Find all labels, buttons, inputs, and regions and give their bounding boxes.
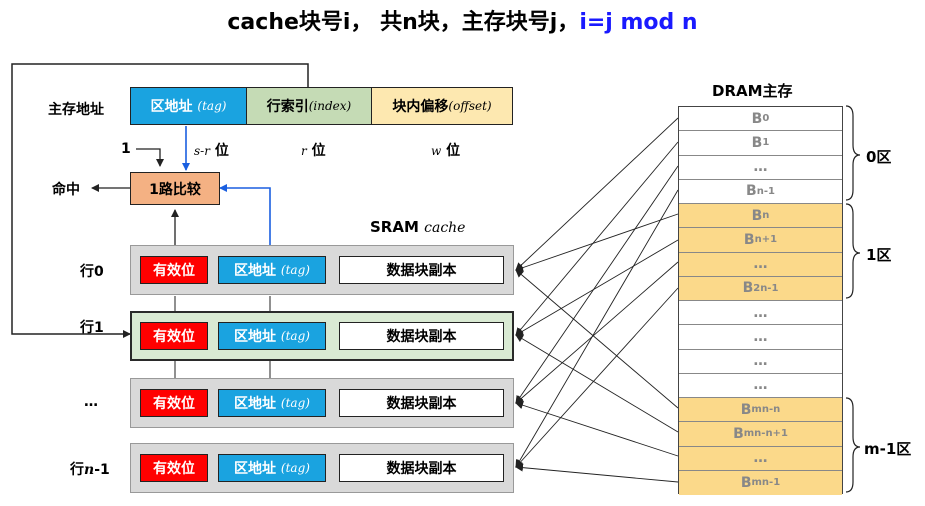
dram-block-sub-5: n+1: [754, 234, 778, 246]
dram-block-sub-12: mn-n: [751, 404, 781, 416]
valid-bit-0: 有效位: [140, 256, 208, 284]
sr-symbol: s-r: [194, 144, 210, 158]
sr-unit: 位: [214, 143, 229, 159]
dram-block-base-1: B: [751, 134, 763, 151]
dram-block-4: Bn: [679, 204, 842, 229]
data-block-1: 数据块副本: [339, 322, 504, 350]
valid-bit-2: 有效位: [140, 389, 208, 417]
tag-field-1-note: (tag): [280, 329, 310, 343]
dram-block-3: Bn-1: [679, 179, 842, 204]
dram-block-1: B1: [679, 131, 842, 156]
tag-field-1: 区地址 (tag): [218, 322, 326, 350]
dram-block-sub-1: 1: [762, 137, 770, 149]
dram-block-sub-7: 2n-1: [753, 282, 779, 294]
address-offset-field: 块内偏移 (offset): [371, 87, 513, 125]
r-symbol: r: [301, 144, 307, 158]
tag-width-label: s-r 位: [194, 140, 229, 160]
address-index-note: (index): [308, 99, 352, 113]
row-label-last-n: n: [84, 462, 95, 478]
dram-block-base-7: B: [742, 280, 754, 297]
row-label-last-pre: 行: [70, 462, 84, 478]
address-offset-note: (offset): [448, 99, 492, 113]
dram-block-base-0: B: [751, 110, 763, 127]
cache-row-label-ellipsis: …: [84, 394, 98, 410]
data-block-3: 数据块副本: [339, 454, 504, 482]
tag-field-3: 区地址 (tag): [218, 454, 326, 482]
zone-label-last: m-1区: [864, 440, 912, 458]
valid-bit-3: 有效位: [140, 454, 208, 482]
dram-block-base-3: B: [746, 183, 757, 200]
row-label-last-post: -1: [94, 462, 110, 478]
tag-field-3-note: (tag): [280, 461, 310, 475]
tag-field-1-text: 区地址: [234, 329, 277, 345]
dram-block-2: …: [679, 155, 842, 180]
address-tag-text: 区地址: [150, 99, 193, 115]
cache-row-label-last: 行n-1: [70, 459, 110, 479]
dram-block-base-9: …: [753, 328, 768, 345]
data-block-2: 数据块副本: [339, 389, 504, 417]
dram-block-sub-4: n: [762, 210, 770, 222]
address-index-text: 行索引: [266, 99, 309, 115]
dram-block-base-10: …: [753, 353, 768, 370]
dram-block-5: Bn+1: [679, 228, 842, 253]
dram-block-13: Bmn-n+1: [679, 422, 842, 447]
address-tag-note: (tag): [197, 99, 227, 113]
dram-block-base-4: B: [751, 207, 763, 224]
address-tag-field: 区地址 (tag): [130, 87, 247, 125]
w-unit: 位: [446, 143, 461, 159]
dram-block-10: …: [679, 349, 842, 374]
offset-width-label: w 位: [431, 140, 460, 160]
address-offset-text: 块内偏移: [392, 99, 449, 115]
dram-block-base-14: …: [753, 450, 768, 467]
dram-block-base-11: …: [753, 377, 768, 394]
cache-title-note: cache: [424, 220, 466, 236]
dram-block-15: Bmn-1: [679, 470, 842, 495]
dram-block-9: …: [679, 325, 842, 350]
hit-label: 命中: [52, 182, 80, 198]
dram-column: B 0 B 1… Bn-1 Bn Bn+1… B 2n-1………… Bmn-n Bmn-n+1… Bm…: [678, 106, 843, 495]
dram-block-8: …: [679, 301, 842, 326]
dram-block-sub-13: mn-n+1: [743, 428, 788, 440]
zone-label-0: 0区: [866, 148, 892, 166]
tag-field-2-text: 区地址: [234, 396, 277, 412]
dram-block-12: Bmn-n: [679, 398, 842, 423]
dram-block-base-5: B: [743, 231, 755, 248]
cache-title: SRAM cache: [370, 218, 465, 236]
cache-title-text: SRAM: [370, 218, 419, 236]
address-index-field: 行索引 (index): [246, 87, 372, 125]
dram-block-base-15: B: [740, 474, 752, 491]
dram-block-base-8: …: [753, 304, 768, 321]
data-block-0: 数据块副本: [339, 256, 504, 284]
dram-block-base-13: B: [733, 425, 744, 442]
dram-title: DRAM主存: [712, 82, 793, 100]
dram-block-11: …: [679, 373, 842, 398]
tag-field-2: 区地址 (tag): [218, 389, 326, 417]
dram-block-sub-3: n-1: [756, 185, 775, 197]
comparator-box: 1路比较: [130, 172, 220, 205]
dram-block-sub-0: 0: [762, 113, 770, 125]
valid-bit-1: 有效位: [140, 322, 208, 350]
dram-block-14: …: [679, 446, 842, 471]
dram-block-base-2: …: [753, 159, 768, 176]
dram-block-7: B 2n-1: [679, 276, 842, 301]
dram-block-6: …: [679, 252, 842, 277]
tag-field-0-text: 区地址: [234, 263, 277, 279]
cache-row-label-0: 行0: [80, 264, 104, 280]
tag-field-2-note: (tag): [280, 396, 310, 410]
index-width-label: r 位: [301, 140, 326, 160]
tag-field-3-text: 区地址: [234, 461, 277, 477]
address-label: 主存地址: [48, 102, 104, 118]
tag-field-0: 区地址 (tag): [218, 256, 326, 284]
tag-field-0-note: (tag): [280, 263, 310, 277]
dram-block-base-6: …: [753, 256, 768, 273]
constant-one: 1: [121, 141, 131, 157]
zone-label-1: 1区: [866, 246, 892, 264]
dram-block-sub-15: mn-1: [751, 477, 781, 489]
dram-block-0: B0: [679, 107, 842, 132]
cache-row-label-1: 行1: [80, 320, 104, 336]
r-unit: 位: [311, 143, 326, 159]
dram-block-base-12: B: [740, 401, 752, 418]
w-symbol: w: [431, 144, 442, 158]
